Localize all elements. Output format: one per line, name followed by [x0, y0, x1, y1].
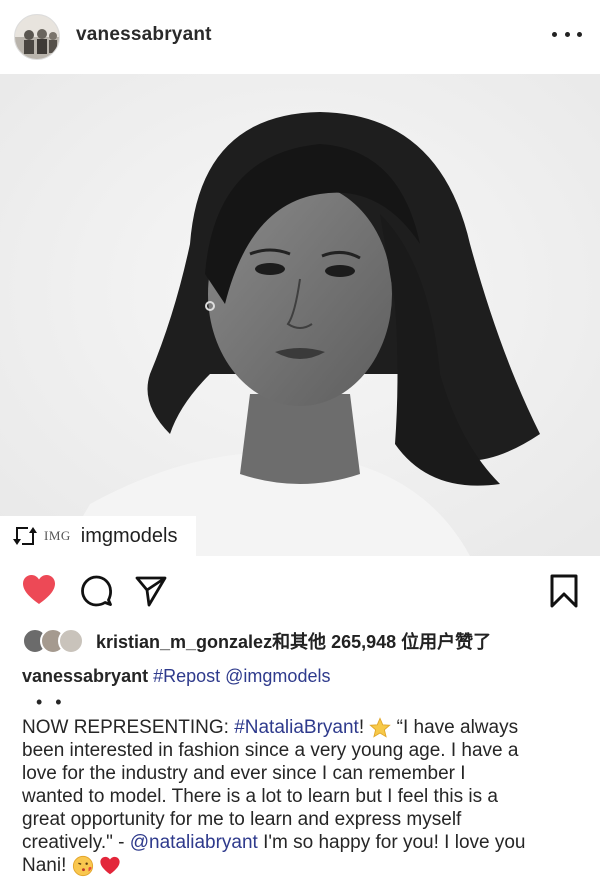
img-logo: IMG: [44, 528, 71, 543]
heart-filled-icon[interactable]: [22, 574, 56, 606]
avatar[interactable]: [14, 14, 60, 60]
repost-icon: [13, 527, 37, 545]
post-image[interactable]: [0, 74, 600, 556]
repost-hashtag[interactable]: #Repost: [153, 666, 220, 686]
more-options-icon[interactable]: [552, 22, 582, 46]
caption-text-line: been interested in fashion since a very …: [22, 740, 519, 761]
caption-text-line: “I have always: [391, 717, 519, 738]
caption-text-line: NOW REPRESENTING:: [22, 717, 235, 738]
caption-text: NOW REPRESENTING: #NataliaBryant! “I hav…: [22, 716, 588, 877]
caption-header: vanessabryant #Repost @imgmodels: [22, 666, 330, 687]
mention-link[interactable]: @nataliabryant: [130, 832, 258, 853]
caption-text-line: Nani!: [22, 855, 72, 876]
repost-account[interactable]: imgmodels: [81, 525, 178, 548]
kissing-face-emoji: [72, 855, 93, 877]
star-emoji: [369, 717, 392, 738]
portrait-photo: [0, 74, 600, 556]
avatar: [58, 628, 84, 654]
likes-count-text: kristian_m_gonzalez和其他 265,948 位用户赞了: [96, 632, 492, 652]
paper-plane-icon[interactable]: [135, 575, 167, 607]
caption-username[interactable]: vanessabryant: [22, 666, 148, 686]
caption-text-line: creatively." -: [22, 832, 130, 853]
caption-dots: • •: [36, 692, 66, 712]
action-bar: [0, 562, 600, 622]
caption-text-line: wanted to model. There is a lot to learn…: [22, 786, 498, 807]
repost-badge[interactable]: IMG imgmodels: [0, 516, 196, 556]
liker-avatars: [22, 628, 88, 654]
post-username[interactable]: vanessabryant: [76, 24, 212, 46]
likes-row[interactable]: kristian_m_gonzalez和其他 265,948 位用户赞了: [22, 626, 491, 656]
red-heart-emoji: [100, 856, 120, 875]
post-header: vanessabryant: [0, 0, 600, 74]
caption-text-line: !: [358, 717, 370, 738]
hashtag-link[interactable]: #NataliaBryant: [234, 717, 359, 738]
comment-icon[interactable]: [80, 575, 112, 607]
caption-text-line: great opportunity for me to learn and ex…: [22, 809, 462, 830]
caption-text-line: I'm so happy for you! I love you: [257, 832, 526, 853]
caption-text-line: love for the industry and ever since I c…: [22, 763, 466, 784]
mention-link[interactable]: @imgmodels: [225, 666, 330, 686]
bookmark-icon[interactable]: [549, 574, 579, 608]
